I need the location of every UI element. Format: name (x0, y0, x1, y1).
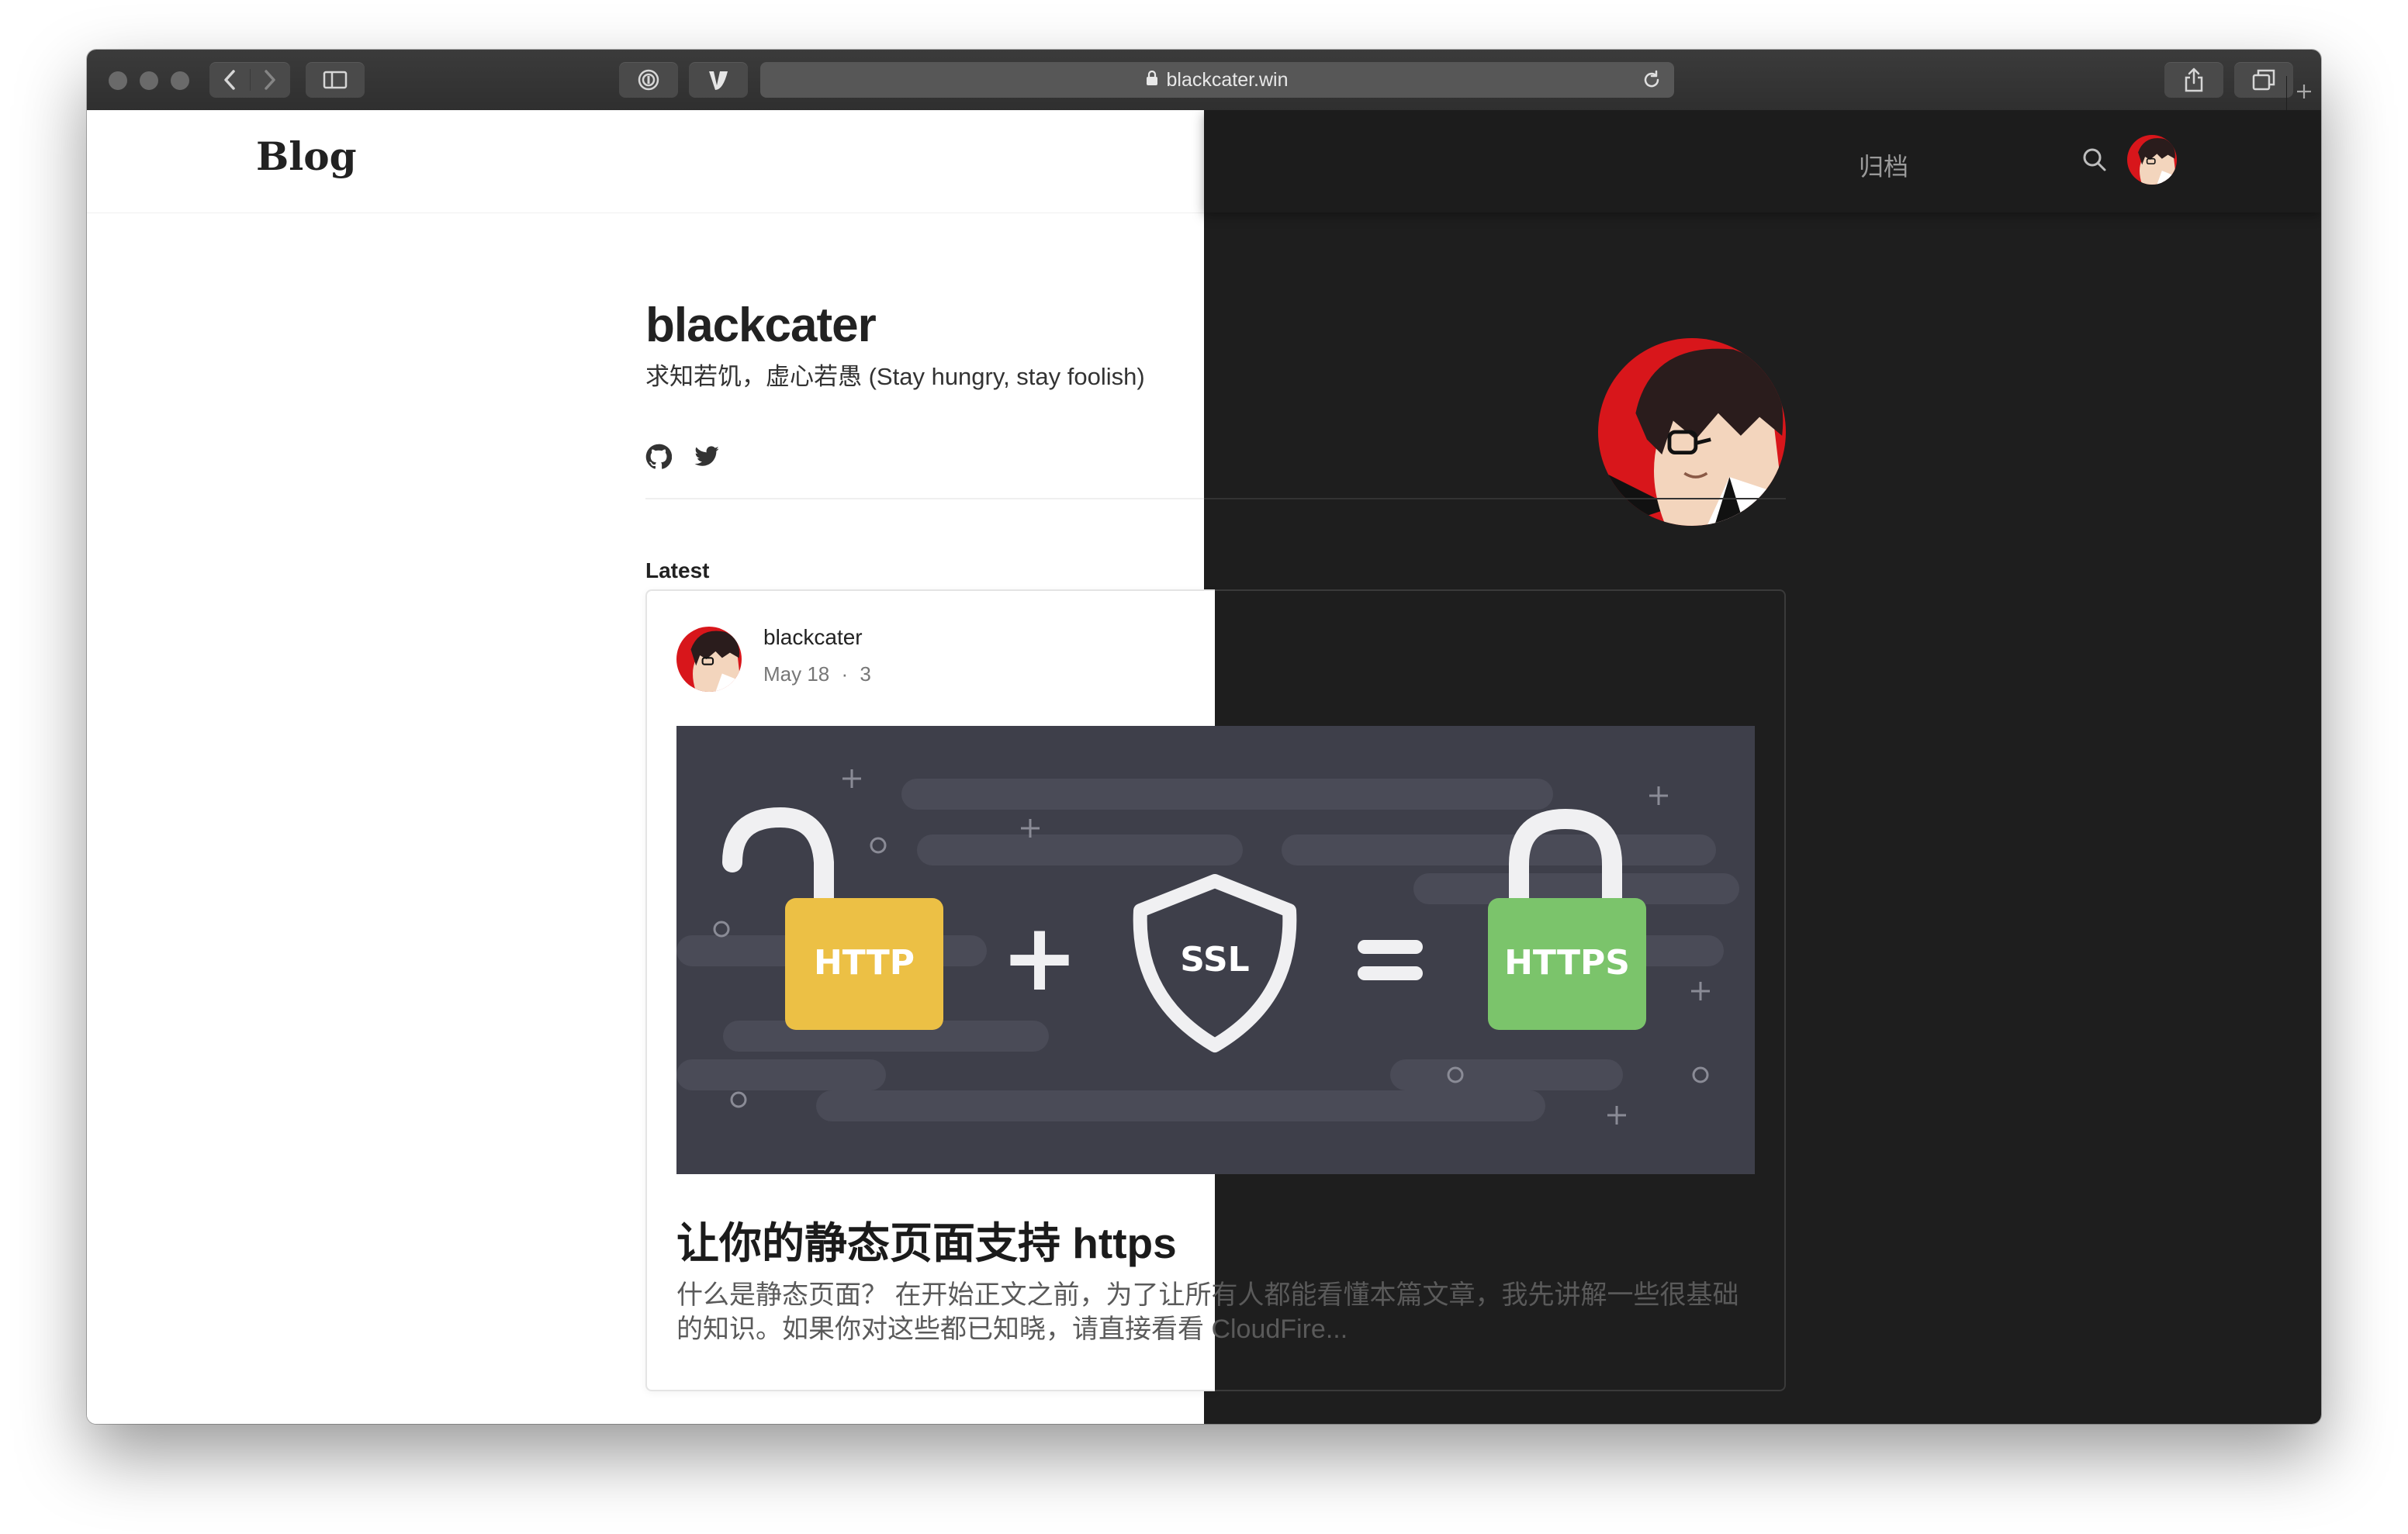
post-excerpt: 什么是静态页面？ 在开始正文之前，为了让所有人都能看懂本篇文章，我先讲解一些很基… (676, 1280, 1739, 1344)
reload-icon[interactable] (1642, 70, 1662, 95)
tabs-icon (2252, 69, 2275, 91)
sidebar-button[interactable] (306, 62, 365, 98)
site-header: Blog 归档 (87, 110, 2321, 213)
post-card[interactable]: blackcater May 18 · 3 HTTP + SSL HTTPS 让… (645, 589, 1786, 1391)
new-tab-button[interactable] (2286, 76, 2321, 110)
extension-button[interactable] (689, 62, 748, 98)
show-tabs-button[interactable] (2234, 62, 2293, 98)
twitter-icon[interactable] (694, 444, 720, 474)
close-window-button[interactable] (109, 71, 127, 90)
post-count: 3 (860, 662, 871, 686)
author-avatar[interactable] (676, 627, 742, 692)
post-author[interactable]: blackcater (763, 625, 863, 650)
zoom-window-button[interactable] (171, 71, 189, 90)
http-lock-label: HTTP (814, 943, 915, 983)
plus-symbol: + (1001, 904, 1079, 1012)
profile-bio: 求知若饥，虚心若愚 (Stay hungry, stay foolish) (645, 363, 1145, 390)
new-tab-icon (2296, 83, 2313, 104)
site-brand[interactable]: Blog (256, 133, 357, 179)
https-lock-label: HTTPS (1504, 943, 1630, 983)
share-icon (2184, 67, 2204, 92)
back-icon[interactable] (209, 69, 251, 91)
password-manager-button[interactable] (619, 62, 678, 98)
browser-toolbar: blackcater.win (87, 50, 2321, 112)
ssl-shield-label: SSL (1180, 940, 1249, 979)
profile-name: blackcater (645, 299, 877, 352)
extension-icon (706, 68, 731, 92)
page-viewport: Blog 归档 blackcater 求知若饥，虚心若愚 (Stay hungr… (87, 110, 2321, 1424)
latest-heading: Latest (645, 558, 710, 582)
post-cover-image[interactable]: HTTP + SSL HTTPS (676, 726, 1755, 1174)
browser-window: blackcater.win Blog 归档 blackcater 求知若饥，虚… (87, 50, 2321, 1424)
share-button[interactable] (2164, 62, 2223, 98)
post-date: May 18 (763, 662, 830, 686)
github-icon[interactable] (645, 444, 673, 474)
search-icon[interactable] (2081, 146, 2109, 178)
post-meta: May 18 · 3 (763, 662, 871, 686)
url-text: blackcater.win (1166, 68, 1289, 91)
post-title[interactable]: 让你的静态页面支持 https (676, 1208, 1177, 1270)
avatar[interactable] (2127, 135, 2177, 185)
address-bar[interactable]: blackcater.win (760, 62, 1674, 98)
password-icon (637, 68, 660, 92)
forward-icon[interactable] (251, 69, 291, 91)
lock-icon (1146, 69, 1158, 92)
meta-separator: · (841, 662, 849, 686)
nav-archive-link[interactable]: 归档 (1859, 147, 1908, 183)
minimize-window-button[interactable] (140, 71, 158, 90)
back-forward-group (209, 62, 290, 98)
sidebar-icon (323, 71, 348, 89)
